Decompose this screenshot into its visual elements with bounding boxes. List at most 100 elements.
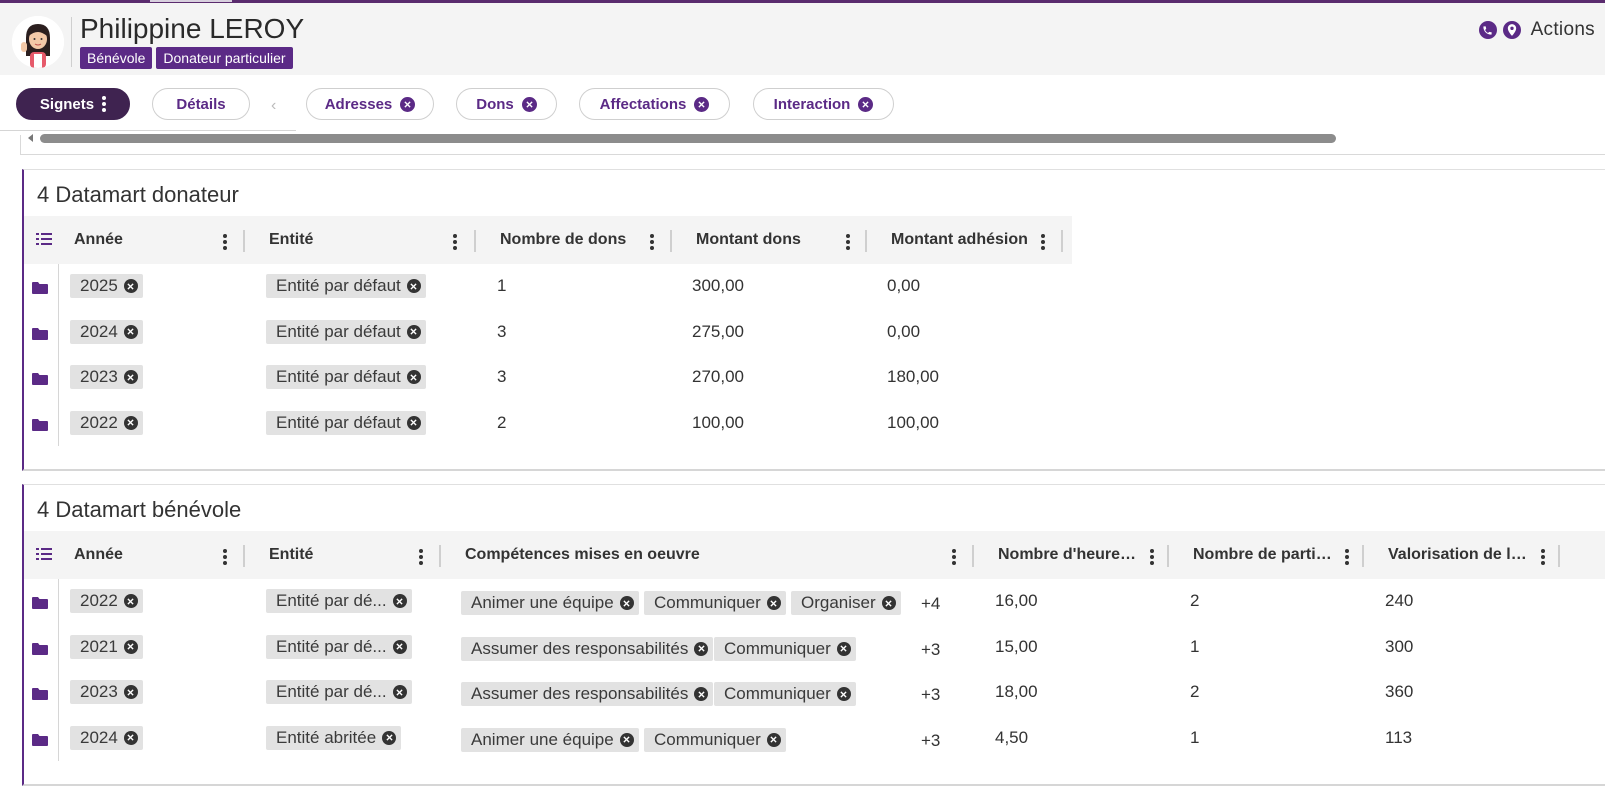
remove-icon[interactable]	[123, 370, 138, 384]
competence-chip[interactable]: Animer une équipe	[461, 727, 639, 752]
remove-icon[interactable]	[766, 732, 781, 747]
table-row[interactable]: 2022 Entité par dé... Animer une équipe Com…	[24, 579, 1584, 624]
kebab-icon[interactable]	[223, 234, 227, 250]
competence-chip[interactable]: Communiquer	[714, 682, 856, 706]
tag-benevole[interactable]: Bénévole	[80, 47, 153, 69]
list-icon[interactable]	[36, 547, 52, 561]
column-divider[interactable]	[1061, 230, 1063, 252]
tab-dons[interactable]: Dons	[456, 88, 557, 120]
entite-chip[interactable]: Entité par défaut	[266, 274, 426, 298]
kebab-icon[interactable]	[952, 549, 956, 565]
competence-chip[interactable]: Communiquer	[644, 591, 786, 615]
competence-chip[interactable]: Assumer des responsabilités	[461, 682, 714, 706]
column-entite[interactable]: Entité	[245, 216, 476, 264]
close-icon[interactable]	[400, 96, 416, 112]
kebab-icon[interactable]	[1041, 234, 1045, 250]
remove-icon[interactable]	[619, 596, 634, 610]
column-entite[interactable]: Entité	[245, 531, 441, 579]
kebab-icon[interactable]	[650, 234, 654, 250]
remove-icon[interactable]	[694, 687, 709, 701]
table-row[interactable]: 2023 Entité par défaut 3 270,00 180,00	[24, 355, 1084, 400]
column-annee[interactable]: Année	[61, 531, 245, 579]
tab-affectations[interactable]: Affectations	[579, 88, 730, 120]
column-competences[interactable]: Compétences mises en oeuvre	[441, 531, 974, 579]
tab-signets[interactable]: Signets	[16, 88, 130, 120]
remove-icon[interactable]	[392, 685, 407, 699]
competence-chip[interactable]: Communiquer	[714, 636, 856, 661]
annee-chip[interactable]: 2022	[70, 410, 143, 435]
annee-chip[interactable]: 2025	[70, 274, 143, 298]
map-pin-icon[interactable]	[1502, 21, 1521, 39]
remove-icon[interactable]	[123, 685, 138, 699]
competence-chip[interactable]: Assumer des responsabilités	[461, 636, 714, 661]
remove-icon[interactable]	[694, 641, 709, 656]
remove-icon[interactable]	[382, 730, 397, 745]
avatar[interactable]	[12, 16, 64, 68]
table-row[interactable]: 2024 Entité par défaut 3 275,00 0,00	[24, 310, 1084, 355]
remove-icon[interactable]	[123, 324, 138, 339]
remove-icon[interactable]	[406, 415, 421, 430]
remove-icon[interactable]	[392, 639, 407, 654]
tag-donateur[interactable]: Donateur particulier	[156, 47, 293, 69]
entite-chip[interactable]: Entité par dé...	[266, 680, 412, 704]
chevron-left-icon[interactable]: ‹	[271, 97, 276, 115]
tab-interaction[interactable]: Interaction	[753, 88, 894, 120]
list-icon[interactable]	[36, 232, 52, 246]
column-montant-dons[interactable]: Montant dons	[672, 216, 867, 264]
remove-icon[interactable]	[406, 324, 421, 339]
table-row[interactable]: 2024 Entité abritée Animer une équipe Commu…	[24, 716, 1584, 761]
folder-icon[interactable]	[32, 418, 48, 431]
kebab-icon[interactable]	[1541, 549, 1545, 565]
entite-chip[interactable]: Entité par dé...	[266, 589, 412, 613]
remove-icon[interactable]	[392, 594, 407, 608]
competence-chip[interactable]: Organiser	[791, 591, 901, 615]
folder-icon[interactable]	[32, 596, 48, 609]
remove-icon[interactable]	[406, 279, 421, 293]
kebab-icon[interactable]	[1150, 549, 1154, 565]
phone-icon[interactable]	[1478, 21, 1497, 39]
horizontal-scrollbar[interactable]	[40, 134, 1336, 143]
annee-chip[interactable]: 2023	[70, 680, 143, 704]
column-nombre-heures[interactable]: Nombre d'heures ...	[974, 531, 1169, 579]
table-row[interactable]: 2025 Entité par défaut 1 300,00 0,00	[24, 264, 1084, 309]
remove-icon[interactable]	[836, 687, 851, 701]
entite-chip[interactable]: Entité abritée	[266, 725, 402, 750]
column-annee[interactable]: Année	[61, 216, 245, 264]
actions-menu[interactable]: Actions	[1531, 19, 1595, 41]
close-icon[interactable]	[858, 96, 874, 112]
column-valorisation[interactable]: Valorisation de la ...	[1364, 531, 1560, 579]
column-nombre-dons[interactable]: Nombre de dons	[476, 216, 672, 264]
tab-adresses[interactable]: Adresses	[306, 88, 434, 120]
folder-icon[interactable]	[32, 642, 48, 655]
annee-chip[interactable]: 2024	[70, 319, 143, 344]
remove-icon[interactable]	[766, 596, 781, 610]
entite-chip[interactable]: Entité par défaut	[266, 410, 426, 435]
kebab-icon[interactable]	[419, 549, 423, 565]
tab-details[interactable]: Détails	[152, 88, 250, 120]
kebab-icon[interactable]	[1345, 549, 1349, 565]
folder-icon[interactable]	[32, 733, 48, 746]
table-row[interactable]: 2021 Entité par dé... Assumer des responsa…	[24, 625, 1584, 670]
remove-icon[interactable]	[123, 415, 138, 430]
column-montant-adhesion[interactable]: Montant adhésion	[867, 216, 1063, 264]
entite-chip[interactable]: Entité par défaut	[266, 319, 426, 344]
competence-chip[interactable]: Communiquer	[644, 727, 786, 752]
folder-icon[interactable]	[32, 372, 48, 385]
close-icon[interactable]	[521, 96, 537, 112]
remove-icon[interactable]	[123, 279, 138, 293]
remove-icon[interactable]	[836, 641, 851, 656]
folder-icon[interactable]	[32, 327, 48, 340]
column-nombre-participations[interactable]: Nombre de partici...	[1169, 531, 1364, 579]
kebab-icon[interactable]	[453, 234, 457, 250]
scroll-left-arrow-icon[interactable]	[28, 134, 33, 142]
remove-icon[interactable]	[619, 732, 634, 747]
remove-icon[interactable]	[881, 596, 896, 610]
remove-icon[interactable]	[123, 730, 138, 745]
remove-icon[interactable]	[123, 639, 138, 654]
folder-icon[interactable]	[32, 281, 48, 294]
folder-icon[interactable]	[32, 687, 48, 700]
remove-icon[interactable]	[406, 370, 421, 384]
table-row[interactable]: 2023 Entité par dé... Assumer des responsa…	[24, 670, 1584, 715]
annee-chip[interactable]: 2024	[70, 725, 143, 750]
kebab-icon[interactable]	[102, 96, 107, 112]
